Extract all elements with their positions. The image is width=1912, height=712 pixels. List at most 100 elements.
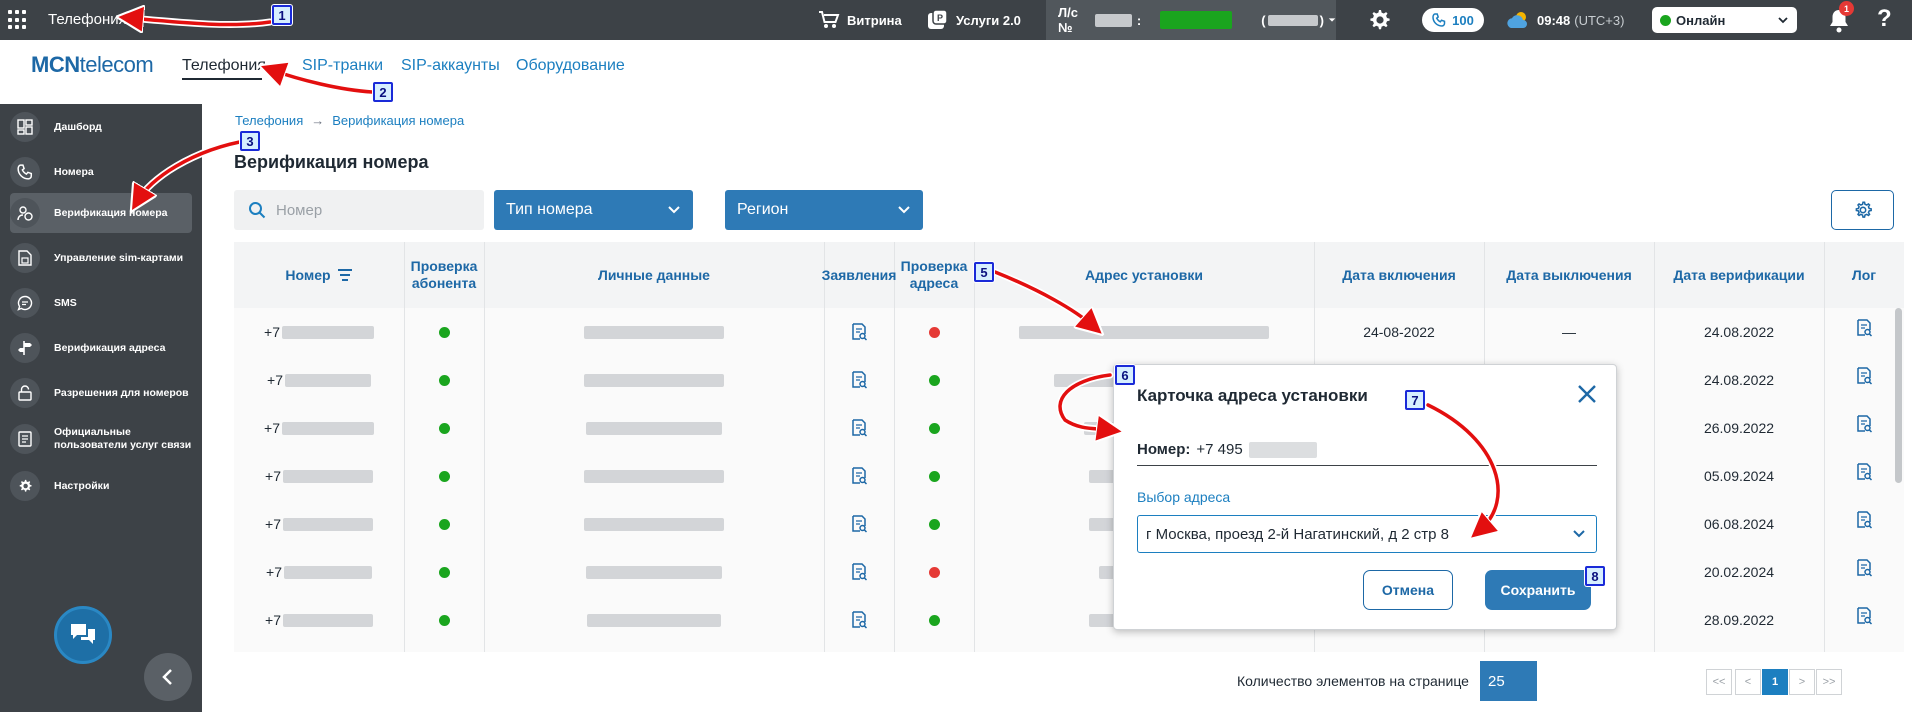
page-last-button[interactable]: >> bbox=[1816, 669, 1842, 695]
document-search-icon[interactable] bbox=[850, 563, 868, 581]
number-type-select[interactable]: Тип номера bbox=[494, 190, 693, 230]
log-cell[interactable] bbox=[1824, 452, 1904, 500]
help-icon[interactable]: ? bbox=[1877, 5, 1892, 33]
log-icon[interactable] bbox=[1855, 511, 1873, 529]
sidebar-item-official-users[interactable]: Официальные пользователи услуг связи bbox=[10, 417, 192, 461]
log-icon[interactable] bbox=[1855, 559, 1873, 577]
log-cell[interactable] bbox=[1824, 356, 1904, 404]
document-search-icon[interactable] bbox=[850, 323, 868, 341]
sidebar-item-label: Настройки bbox=[54, 479, 110, 492]
install-address-cell[interactable] bbox=[974, 308, 1314, 356]
date-verified-cell: 24.08.2022 bbox=[1703, 324, 1775, 340]
application-cell[interactable] bbox=[824, 452, 894, 500]
document-search-icon[interactable] bbox=[850, 419, 868, 437]
date-verified-cell: 24.08.2022 bbox=[1703, 372, 1775, 388]
breadcrumb-telephony[interactable]: Телефония bbox=[235, 113, 303, 128]
application-cell[interactable] bbox=[824, 356, 894, 404]
account-separator: : bbox=[1136, 12, 1142, 28]
showcase-link[interactable]: Витрина bbox=[818, 0, 902, 40]
log-cell[interactable] bbox=[1824, 308, 1904, 356]
table-row[interactable]: +7 20.02.2024 bbox=[234, 548, 1904, 596]
breadcrumb-number-verification[interactable]: Верификация номера bbox=[332, 113, 464, 128]
number-cell: +7 bbox=[234, 308, 404, 356]
sidebar-item-dashboard[interactable]: Дашборд bbox=[10, 107, 192, 147]
page-first-button[interactable]: << bbox=[1706, 669, 1732, 695]
log-cell[interactable] bbox=[1824, 596, 1904, 644]
sidebar-item-address-verification[interactable]: Верификация адреса bbox=[10, 328, 192, 368]
application-cell[interactable] bbox=[824, 308, 894, 356]
table-row[interactable]: +7 28.09.2022 bbox=[234, 596, 1904, 644]
column-header-subscriber-check[interactable]: Проверка абонента bbox=[404, 242, 484, 308]
document-search-icon[interactable] bbox=[850, 371, 868, 389]
calls-counter[interactable]: 100 bbox=[1422, 8, 1484, 32]
table-scrollbar[interactable] bbox=[1895, 308, 1902, 483]
search-box[interactable] bbox=[234, 190, 484, 230]
application-cell[interactable] bbox=[824, 596, 894, 644]
search-input[interactable] bbox=[276, 201, 476, 219]
page-prev-button[interactable]: < bbox=[1735, 669, 1761, 695]
column-header-date-off[interactable]: Дата выключения bbox=[1484, 242, 1654, 308]
tab-sip-trunks[interactable]: SIP-транки bbox=[302, 57, 383, 75]
application-cell[interactable] bbox=[824, 500, 894, 548]
date-verified-cell: 26.09.2022 bbox=[1703, 420, 1775, 436]
page-next-button[interactable]: > bbox=[1789, 669, 1815, 695]
log-icon[interactable] bbox=[1855, 607, 1873, 625]
document-search-icon[interactable] bbox=[850, 467, 868, 485]
column-header-personal-data[interactable]: Личные данные bbox=[484, 242, 824, 308]
sidebar-item-numbers[interactable]: Номера bbox=[10, 152, 192, 192]
column-header-install-address[interactable]: Адрес установки bbox=[974, 242, 1314, 308]
document-search-icon[interactable] bbox=[850, 611, 868, 629]
online-status-select[interactable]: Онлайн bbox=[1652, 7, 1797, 33]
chevron-down-icon bbox=[1328, 18, 1336, 22]
column-header-log[interactable]: Лог bbox=[1824, 242, 1904, 308]
sidebar-item-sms[interactable]: SMS bbox=[10, 283, 192, 323]
log-icon[interactable] bbox=[1855, 463, 1873, 481]
sidebar-collapse-button[interactable] bbox=[144, 653, 192, 701]
mcn-logo[interactable]: MCNtelecom bbox=[31, 52, 154, 78]
sidebar-item-sim-management[interactable]: Управление sim-картами bbox=[10, 238, 192, 278]
number-redacted bbox=[284, 373, 371, 387]
chevron-down-icon bbox=[668, 206, 680, 214]
address-select[interactable]: г Москва, проезд 2-й Нагатинский, д 2 ст… bbox=[1137, 515, 1597, 553]
services-link[interactable]: P Услуги 2.0 bbox=[927, 0, 1021, 40]
tab-sip-accounts[interactable]: SIP-аккаунты bbox=[401, 57, 500, 75]
log-cell[interactable] bbox=[1824, 404, 1904, 452]
application-cell[interactable] bbox=[824, 548, 894, 596]
table-row[interactable]: +7 06.08.2024 bbox=[234, 500, 1904, 548]
gear-icon bbox=[1855, 201, 1872, 218]
application-cell[interactable] bbox=[824, 404, 894, 452]
status-dot bbox=[438, 422, 450, 434]
log-icon[interactable] bbox=[1855, 367, 1873, 385]
tab-equipment[interactable]: Оборудование bbox=[516, 57, 625, 75]
column-header-applications[interactable]: Заявления bbox=[822, 242, 897, 308]
table-row[interactable]: +7 05.09.2024 bbox=[234, 452, 1904, 500]
cancel-button[interactable]: Отмена bbox=[1363, 570, 1453, 610]
column-header-address-check[interactable]: Проверка адреса bbox=[894, 242, 974, 308]
sidebar-item-settings[interactable]: Настройки bbox=[10, 466, 192, 506]
column-header-date-verified[interactable]: Дата верификации bbox=[1654, 242, 1824, 308]
personal-data-cell bbox=[484, 548, 824, 596]
table-row[interactable]: +7 26.09.2022 bbox=[234, 404, 1904, 452]
column-header-date-on[interactable]: Дата включения bbox=[1314, 242, 1484, 308]
region-select[interactable]: Регион bbox=[725, 190, 923, 230]
chat-button[interactable] bbox=[54, 606, 112, 664]
document-search-icon[interactable] bbox=[850, 515, 868, 533]
log-cell[interactable] bbox=[1824, 500, 1904, 548]
app-title[interactable]: Телефония bbox=[48, 11, 127, 28]
tab-telephony[interactable]: Телефония bbox=[182, 57, 266, 75]
sidebar-item-number-permissions[interactable]: Разрешения для номеров bbox=[10, 373, 192, 413]
apps-grid-icon[interactable] bbox=[8, 10, 28, 30]
table-settings-button[interactable] bbox=[1831, 190, 1894, 230]
per-page-select[interactable]: 25 bbox=[1480, 661, 1537, 701]
page-1-button[interactable]: 1 bbox=[1762, 669, 1788, 695]
log-icon[interactable] bbox=[1855, 415, 1873, 433]
table-row[interactable]: +7 24.08.2022 bbox=[234, 356, 1904, 404]
log-cell[interactable] bbox=[1824, 548, 1904, 596]
close-icon[interactable] bbox=[1574, 381, 1600, 407]
log-icon[interactable] bbox=[1855, 319, 1873, 337]
save-button[interactable]: Сохранить bbox=[1485, 570, 1591, 610]
column-header-number[interactable]: Номер bbox=[234, 242, 404, 308]
gear-icon[interactable] bbox=[1366, 7, 1392, 33]
sidebar-item-number-verification[interactable]: Верификация номера bbox=[10, 193, 192, 233]
table-row[interactable]: +7 24-08-2022 — 24.08.2022 bbox=[234, 308, 1904, 356]
